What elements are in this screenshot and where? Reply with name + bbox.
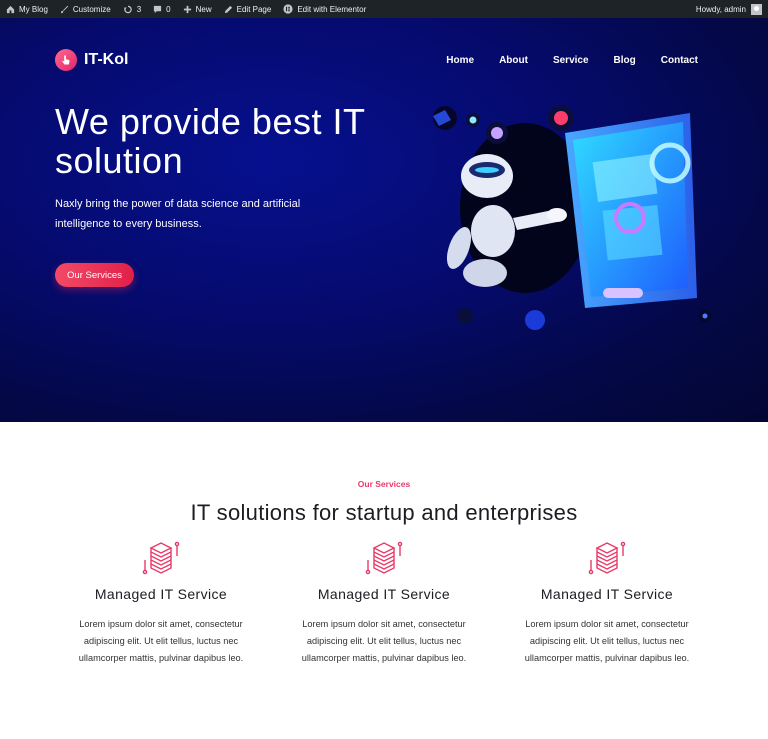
services-eyebrow: Our Services: [357, 479, 411, 489]
nav-home[interactable]: Home: [446, 55, 474, 66]
admin-bar: My Blog Customize 3 0 New Edit Page Edit…: [0, 0, 768, 18]
nav-blog[interactable]: Blog: [614, 55, 636, 66]
hero-title: We provide best IT solution: [55, 101, 365, 181]
admin-bar-elementor[interactable]: Edit with Elementor: [277, 0, 372, 18]
site-logo[interactable]: IT-Kol: [55, 49, 128, 71]
admin-bar-label: Edit Page: [236, 4, 272, 14]
admin-bar-label: Customize: [72, 4, 111, 14]
service-card: Managed IT Service Lorem ipsum dolor sit…: [66, 538, 256, 667]
server-stack-icon: [142, 541, 180, 575]
service-card-text: Lorem ipsum dolor sit amet, consectetur …: [78, 619, 244, 663]
admin-bar-label: New: [195, 4, 212, 14]
admin-bar-my-blog[interactable]: My Blog: [0, 0, 54, 18]
nav-about[interactable]: About: [499, 55, 528, 66]
updates-icon: [123, 5, 132, 13]
admin-bar-label: Edit with Elementor: [297, 4, 367, 14]
nav-service[interactable]: Service: [553, 55, 589, 66]
admin-bar-comments[interactable]: 0: [147, 0, 176, 18]
pencil-icon: [224, 5, 232, 13]
admin-greeting: Howdy, admin: [695, 4, 746, 14]
hero-section: IT-Kol Home About Service Blog Contact W…: [0, 18, 768, 422]
our-services-button[interactable]: Our Services: [55, 263, 134, 287]
hand-pointer-icon: [55, 49, 77, 71]
admin-bar-account[interactable]: Howdy, admin: [695, 3, 768, 15]
admin-bar-label: My Blog: [19, 4, 48, 14]
admin-bar-updates[interactable]: 3: [117, 0, 147, 18]
services-title: IT solutions for startup and enterprises: [190, 500, 578, 525]
service-card: Managed IT Service Lorem ipsum dolor sit…: [289, 538, 479, 667]
service-card-title: Managed IT Service: [540, 586, 674, 602]
service-card-title: Managed IT Service: [94, 586, 228, 602]
hero-subtitle: Naxly bring the power of data science an…: [55, 198, 301, 230]
service-card-text: Lorem ipsum dolor sit amet, consectetur …: [301, 619, 467, 663]
server-stack-icon: [365, 541, 403, 575]
admin-bar-customize[interactable]: Customize: [54, 0, 117, 18]
admin-bar-new[interactable]: New: [177, 0, 218, 18]
plus-icon: [183, 5, 191, 13]
nav-contact[interactable]: Contact: [661, 55, 698, 66]
brush-icon: [60, 5, 69, 13]
logo-text: IT-Kol: [84, 51, 129, 68]
service-card: Managed IT Service Lorem ipsum dolor sit…: [512, 538, 702, 667]
server-stack-icon: [588, 541, 626, 575]
house-icon: [6, 5, 15, 13]
admin-bar-edit-page[interactable]: Edit Page: [218, 0, 278, 18]
service-card-title: Managed IT Service: [317, 586, 451, 602]
elementor-icon: [283, 4, 293, 14]
comments-icon: [154, 5, 162, 13]
robot-illustration: [433, 105, 711, 330]
service-card-text: Lorem ipsum dolor sit amet, consectetur …: [524, 619, 690, 663]
avatar: [751, 3, 762, 15]
main-nav: Home About Service Blog Contact: [421, 55, 698, 66]
admin-bar-label: 0: [166, 4, 171, 14]
admin-bar-label: 3: [136, 4, 142, 14]
